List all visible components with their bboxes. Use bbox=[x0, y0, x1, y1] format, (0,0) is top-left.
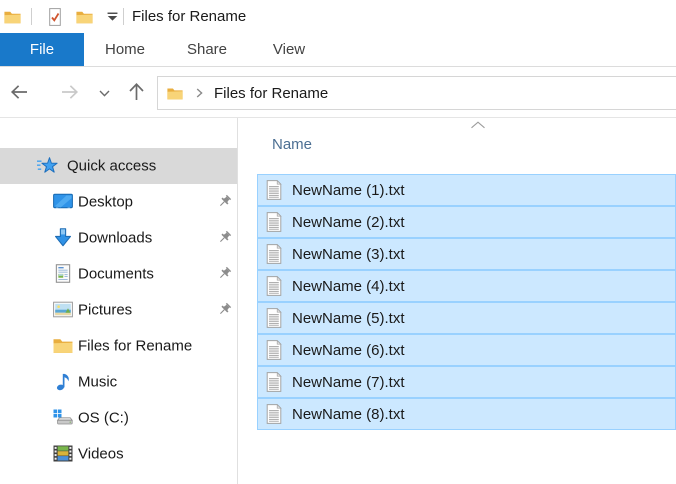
text-file-icon bbox=[266, 404, 282, 424]
toolbar-separator bbox=[123, 8, 124, 25]
sidebar-item-label: OS (C:) bbox=[78, 410, 129, 427]
sidebar-item-os-c[interactable]: OS (C:) bbox=[0, 400, 237, 436]
file-explorer-window: Files for Rename File Home Share View Fi… bbox=[0, 0, 676, 484]
file-row[interactable]: NewName (7).txt bbox=[257, 366, 676, 398]
text-file-icon bbox=[266, 340, 282, 360]
sidebar-item-label: Documents bbox=[78, 266, 154, 283]
tab-home[interactable]: Home bbox=[84, 33, 166, 66]
navigation-pane: Quick access Desktop Downloads Documents… bbox=[0, 118, 237, 484]
sidebar-item-label: Videos bbox=[78, 446, 124, 463]
window-title: Files for Rename bbox=[132, 8, 246, 25]
window-folder-icon bbox=[4, 10, 21, 24]
sidebar-item-quick-access[interactable]: Quick access bbox=[0, 148, 237, 184]
text-file-icon bbox=[266, 244, 282, 264]
file-row[interactable]: NewName (1).txt bbox=[257, 174, 676, 206]
desktop-icon bbox=[53, 192, 73, 211]
sort-ascending-icon[interactable] bbox=[470, 121, 486, 129]
file-row[interactable]: NewName (8).txt bbox=[257, 398, 676, 430]
tab-view[interactable]: View bbox=[248, 33, 330, 66]
arrow-up-icon bbox=[128, 82, 145, 101]
file-row[interactable]: NewName (4).txt bbox=[257, 270, 676, 302]
sidebar-item-downloads[interactable]: Downloads bbox=[0, 220, 237, 256]
sidebar-item-videos[interactable]: Videos bbox=[0, 436, 237, 472]
documents-icon bbox=[53, 264, 73, 283]
sidebar-item-label: Music bbox=[78, 374, 117, 391]
customize-quick-access-toolbar-button[interactable] bbox=[107, 12, 118, 21]
text-file-icon bbox=[266, 276, 282, 296]
arrow-left-icon bbox=[10, 84, 28, 100]
file-name: NewName (6).txt bbox=[292, 342, 405, 359]
drive-icon bbox=[53, 408, 73, 427]
breadcrumb-chevron-icon[interactable] bbox=[196, 88, 203, 98]
check-document-icon bbox=[47, 8, 63, 26]
chevron-down-icon bbox=[99, 90, 110, 97]
text-file-icon bbox=[266, 372, 282, 392]
pictures-icon bbox=[53, 300, 73, 319]
file-row[interactable]: NewName (3).txt bbox=[257, 238, 676, 270]
text-file-icon bbox=[266, 308, 282, 328]
sidebar-item-files-for-rename[interactable]: Files for Rename bbox=[0, 328, 237, 364]
sidebar-item-label: Pictures bbox=[78, 302, 132, 319]
forward-button[interactable] bbox=[61, 84, 79, 100]
sidebar-item-pictures[interactable]: Pictures bbox=[0, 292, 237, 328]
sidebar-item-music[interactable]: Music bbox=[0, 364, 237, 400]
dropdown-arrow-icon bbox=[107, 12, 118, 21]
address-bar[interactable]: Files for Rename bbox=[157, 76, 676, 110]
sidebar-item-label: Desktop bbox=[78, 194, 133, 211]
column-header-name[interactable]: Name bbox=[272, 136, 312, 153]
title-bar: Files for Rename bbox=[0, 0, 676, 33]
toolbar-separator bbox=[31, 8, 32, 25]
folder-icon bbox=[53, 336, 73, 355]
folder-icon bbox=[76, 10, 93, 24]
pin-icon bbox=[217, 230, 232, 245]
sidebar-item-documents[interactable]: Documents bbox=[0, 256, 237, 292]
properties-button[interactable] bbox=[47, 8, 63, 26]
sidebar-item-desktop[interactable]: Desktop bbox=[0, 184, 237, 220]
breadcrumb-location[interactable]: Files for Rename bbox=[214, 85, 328, 102]
ribbon-tab-bar: File Home Share View bbox=[0, 33, 676, 67]
pin-icon bbox=[217, 194, 232, 209]
tab-file[interactable]: File bbox=[0, 33, 84, 66]
file-name: NewName (4).txt bbox=[292, 278, 405, 295]
up-button[interactable] bbox=[128, 82, 145, 101]
file-name: NewName (1).txt bbox=[292, 182, 405, 199]
file-name: NewName (5).txt bbox=[292, 310, 405, 327]
file-row[interactable]: NewName (5).txt bbox=[257, 302, 676, 334]
file-name: NewName (2).txt bbox=[292, 214, 405, 231]
file-row[interactable]: NewName (6).txt bbox=[257, 334, 676, 366]
sidebar-item-label: Files for Rename bbox=[78, 338, 192, 355]
videos-icon bbox=[53, 444, 73, 463]
address-folder-icon bbox=[167, 87, 183, 100]
text-file-icon bbox=[266, 180, 282, 200]
navigation-bar: Files for Rename bbox=[0, 67, 676, 118]
file-name: NewName (3).txt bbox=[292, 246, 405, 263]
file-list: NewName (1).txt NewName (2).txt NewName … bbox=[257, 174, 676, 430]
new-folder-button[interactable] bbox=[76, 10, 93, 24]
sidebar-item-label: Quick access bbox=[67, 158, 156, 175]
back-button[interactable] bbox=[10, 84, 28, 100]
quick-access-star-icon bbox=[37, 156, 58, 175]
arrow-right-icon bbox=[61, 84, 79, 100]
pin-icon bbox=[217, 302, 232, 317]
music-icon bbox=[53, 372, 73, 391]
pin-icon bbox=[217, 266, 232, 281]
file-name: NewName (8).txt bbox=[292, 406, 405, 423]
file-name: NewName (7).txt bbox=[292, 374, 405, 391]
downloads-icon bbox=[53, 228, 73, 247]
sidebar-item-label: Downloads bbox=[78, 230, 152, 247]
tab-share[interactable]: Share bbox=[166, 33, 248, 66]
text-file-icon bbox=[266, 212, 282, 232]
file-row[interactable]: NewName (2).txt bbox=[257, 206, 676, 238]
file-list-pane: Name NewName (1).txt NewName (2).txt New… bbox=[238, 118, 676, 484]
recent-locations-button[interactable] bbox=[99, 90, 110, 97]
